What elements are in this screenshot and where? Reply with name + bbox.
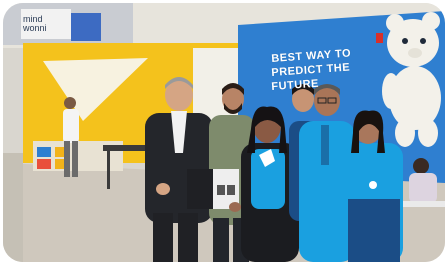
fire-alarm [376,33,383,43]
blue-banner [71,13,101,41]
banner-text: mind wonni [23,14,47,33]
award-plaque [187,169,241,212]
event-photo: mind wonni BEST WAY TO PREDICT THE FUTUR… [3,3,445,262]
photo-scene [3,3,445,262]
